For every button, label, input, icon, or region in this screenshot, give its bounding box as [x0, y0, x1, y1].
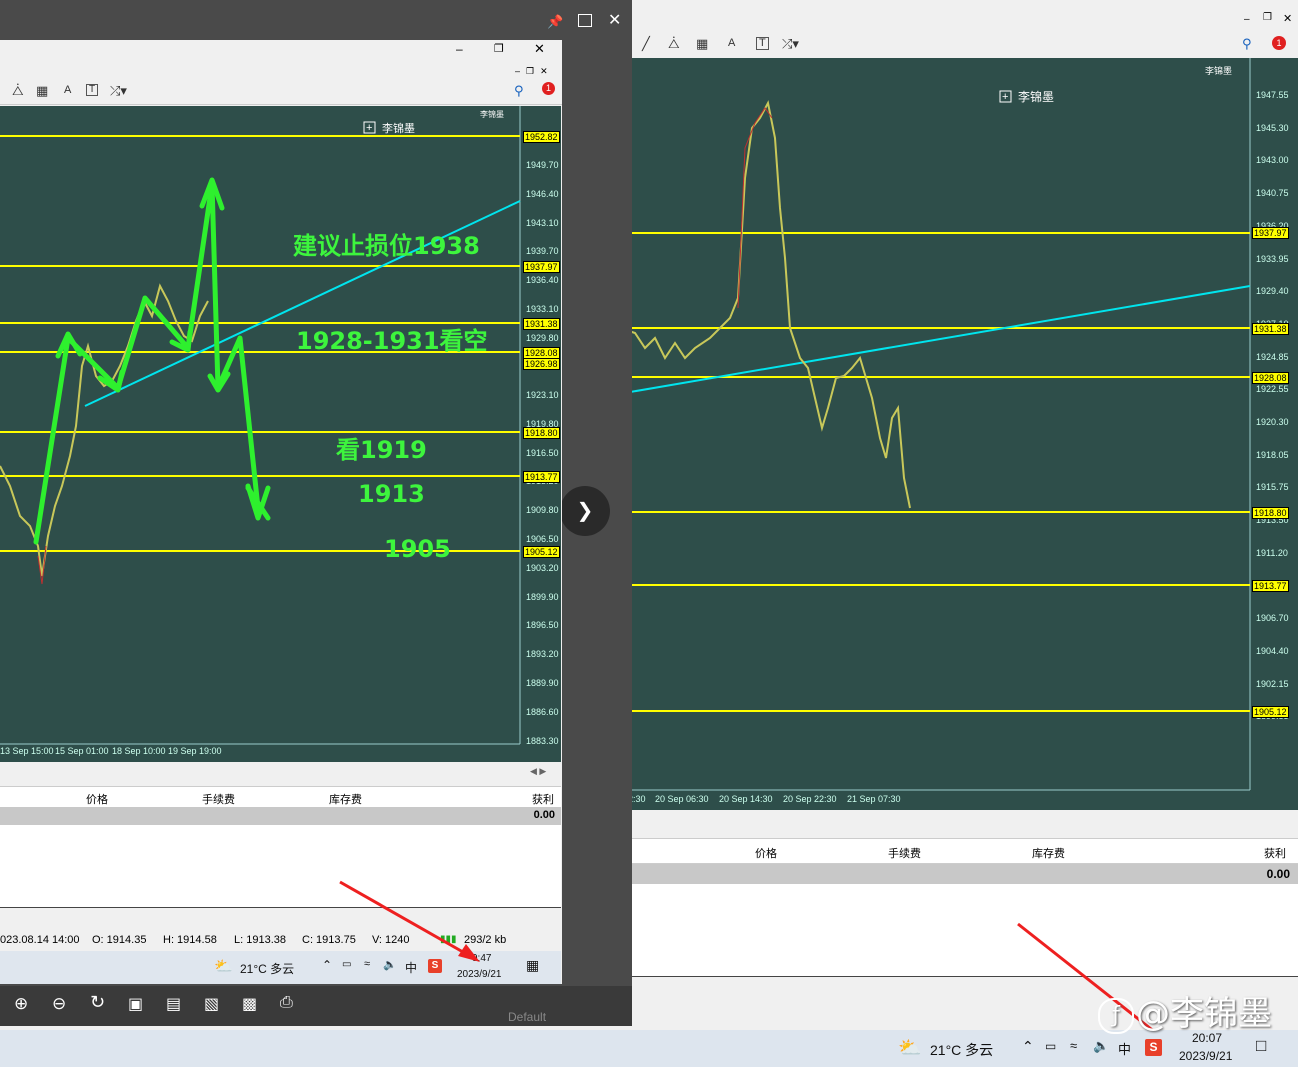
taskbar-volume-icon[interactable]: 🔈: [1093, 1038, 1109, 1054]
desktop-taskbar: ⛅ 21°C 多云 ⌃ ▭ ≈ 🔈 中 S 20:07 2023/9/21 □: [0, 1030, 1298, 1067]
taskbar-ime[interactable]: 中: [1118, 1039, 1131, 1058]
weather-icon: ⛅: [898, 1038, 922, 1059]
taskbar-date[interactable]: 2023/9/21: [1179, 1049, 1232, 1063]
taskbar-sogou-icon[interactable]: S: [1145, 1039, 1162, 1056]
weibo-watermark: ƒ @李锦墨: [1098, 986, 1272, 1035]
weibo-logo-icon: ƒ: [1098, 997, 1134, 1034]
action-center-icon[interactable]: □: [1256, 1036, 1266, 1056]
taskbar-weather[interactable]: 21°C 多云: [930, 1040, 993, 1060]
taskbar-battery-icon[interactable]: ▭: [1045, 1039, 1056, 1053]
watermark-text: @李锦墨: [1136, 994, 1272, 1034]
red-arrow-annotations: [339, 880, 1180, 1052]
taskbar-wifi-icon[interactable]: ≈: [1070, 1038, 1077, 1053]
taskbar-chevron-up-icon[interactable]: ⌃: [1022, 1038, 1034, 1055]
